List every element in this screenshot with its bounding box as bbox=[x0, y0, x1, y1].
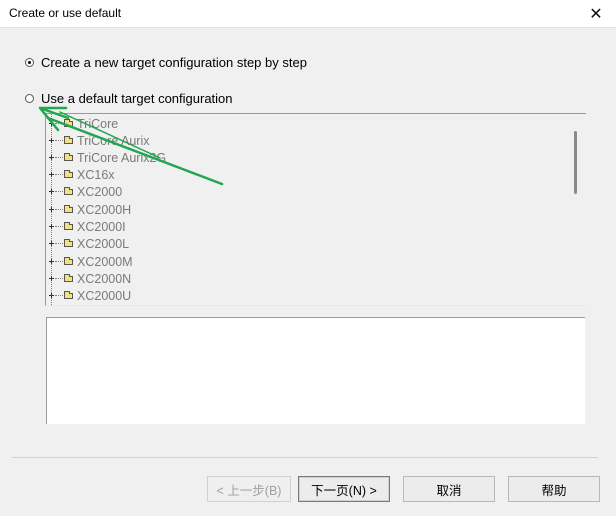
tree-branch-line bbox=[55, 278, 63, 279]
new-config-option[interactable]: Create a new target configuration step b… bbox=[25, 55, 307, 70]
scroll-thumb[interactable] bbox=[574, 131, 577, 194]
tree-item-label: XC2000L bbox=[77, 236, 130, 251]
default-config-tree[interactable]: TriCore TriCore Aurix TriCore Aurix2G XC… bbox=[45, 113, 586, 306]
tree-branch-line bbox=[55, 191, 63, 192]
default-config-label: Use a default target configuration bbox=[41, 91, 233, 106]
folder-icon bbox=[64, 290, 73, 299]
tree-branch-line bbox=[55, 261, 63, 262]
tree-branch-line bbox=[55, 295, 63, 296]
close-button[interactable]: ✕ bbox=[576, 0, 616, 27]
expand-icon[interactable] bbox=[48, 188, 55, 195]
tree-branch-line bbox=[55, 243, 63, 244]
expand-icon[interactable] bbox=[48, 240, 55, 247]
expand-icon[interactable] bbox=[48, 275, 55, 282]
expand-icon[interactable] bbox=[48, 223, 55, 230]
folder-icon bbox=[64, 152, 73, 161]
expand-icon[interactable] bbox=[48, 137, 55, 144]
default-config-radio[interactable] bbox=[25, 94, 34, 103]
tree-item-label: XC2000N bbox=[77, 271, 132, 286]
description-box bbox=[46, 317, 585, 424]
tree-branch-line bbox=[55, 123, 63, 124]
tree-item-label: XC2000U bbox=[77, 288, 132, 303]
tree-item-label: TriCore Aurix2G bbox=[77, 150, 167, 165]
tree-item-label: XC2000I bbox=[77, 219, 126, 234]
tree-item-label: TriCore Aurix bbox=[77, 133, 150, 148]
expand-icon[interactable] bbox=[48, 171, 55, 178]
folder-icon bbox=[64, 186, 73, 195]
new-config-radio[interactable] bbox=[25, 58, 34, 67]
folder-icon bbox=[64, 273, 73, 282]
next-button[interactable]: 下一页(N) > bbox=[298, 476, 390, 502]
expand-icon[interactable] bbox=[48, 206, 55, 213]
tree-branch-line bbox=[55, 157, 63, 158]
tree-item[interactable]: XC2000L bbox=[46, 235, 566, 252]
tree-item[interactable]: XC2000U bbox=[46, 287, 566, 304]
close-icon: ✕ bbox=[589, 5, 603, 23]
tree-item[interactable]: XC2000N bbox=[46, 270, 566, 287]
new-config-label: Create a new target configuration step b… bbox=[41, 55, 307, 70]
tree-item[interactable]: TriCore Aurix2G bbox=[46, 149, 566, 166]
tree-branch-line bbox=[55, 226, 63, 227]
folder-icon bbox=[64, 118, 73, 127]
folder-icon bbox=[64, 221, 73, 230]
bottom-separator bbox=[12, 457, 598, 458]
tree-branch-line bbox=[55, 140, 63, 141]
tree-item-label: XC16x bbox=[77, 167, 115, 182]
cancel-button[interactable]: 取消 bbox=[403, 476, 495, 502]
expand-icon[interactable] bbox=[48, 154, 55, 161]
title-bar: Create or use default ✕ bbox=[0, 0, 616, 28]
tree-item[interactable]: XC2000I bbox=[46, 218, 566, 235]
tree-item[interactable]: XC2000H bbox=[46, 201, 566, 218]
tree-item[interactable]: XC16x bbox=[46, 166, 566, 183]
folder-icon bbox=[64, 204, 73, 213]
folder-icon bbox=[64, 238, 73, 247]
tree-scrollbar[interactable] bbox=[566, 114, 584, 304]
folder-icon bbox=[64, 256, 73, 265]
expand-icon[interactable] bbox=[48, 120, 55, 127]
expand-icon[interactable] bbox=[48, 258, 55, 265]
folder-icon bbox=[64, 135, 73, 144]
tree-item-label: XC2000H bbox=[77, 202, 132, 217]
tree-item-label: TriCore bbox=[77, 116, 119, 131]
tree-item-label: XC2000 bbox=[77, 184, 123, 199]
folder-icon bbox=[64, 169, 73, 178]
tree-item[interactable]: XC2000M bbox=[46, 253, 566, 270]
default-config-option[interactable]: Use a default target configuration bbox=[25, 91, 233, 106]
help-button[interactable]: 帮助 bbox=[508, 476, 600, 502]
expand-icon[interactable] bbox=[48, 292, 55, 299]
tree-item[interactable]: TriCore bbox=[46, 115, 566, 132]
window-title: Create or use default bbox=[9, 6, 122, 20]
tree-branch-line bbox=[55, 209, 63, 210]
tree-branch-line bbox=[55, 174, 63, 175]
back-button[interactable]: < 上一步(B) bbox=[207, 476, 291, 502]
tree-item-label: XC2000M bbox=[77, 254, 133, 269]
tree-item[interactable]: XC2000 bbox=[46, 183, 566, 200]
tree-item[interactable]: TriCore Aurix bbox=[46, 132, 566, 149]
